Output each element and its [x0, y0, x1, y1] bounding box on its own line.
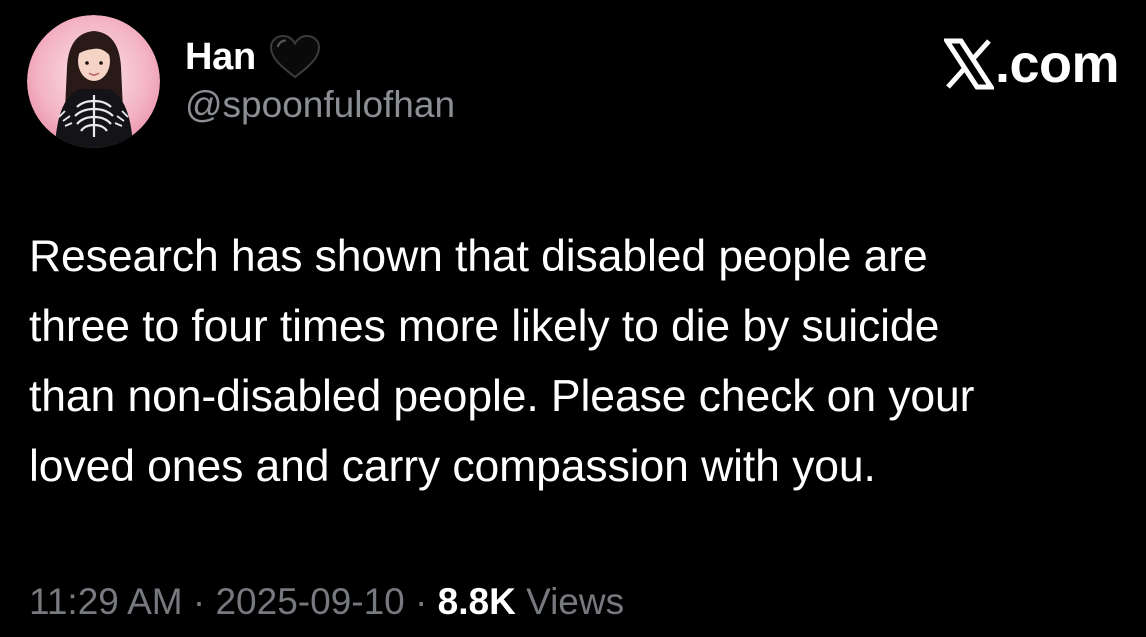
tweet-line: than non-disabled people. Please check o…: [29, 372, 975, 421]
meta-separator: ·: [404, 581, 438, 622]
views-label: Views: [515, 581, 625, 622]
tweet-line: loved ones and carry compassion with you…: [29, 442, 876, 491]
tweet-line: Research has shown that disabled people …: [29, 232, 928, 281]
tweet-date[interactable]: 2025-09-10: [215, 581, 404, 622]
brand-text: .com: [994, 34, 1120, 94]
avatar[interactable]: [27, 15, 160, 148]
x-logo-icon: [942, 38, 996, 90]
views-count[interactable]: 8.8K: [438, 581, 516, 622]
tweet-line: three to four times more likely to die b…: [29, 302, 940, 351]
tweet-text: Research has shown that disabled people …: [29, 222, 1129, 502]
brand-watermark: .com: [942, 34, 1120, 94]
tweet-time[interactable]: 11:29 AM: [29, 581, 183, 622]
tweet-meta: 11:29 AM · 2025-09-10 · 8.8K Views: [29, 578, 624, 626]
meta-separator: ·: [182, 581, 216, 622]
display-name[interactable]: Han: [185, 34, 256, 80]
author-handle[interactable]: @spoonfulofhan: [185, 82, 455, 128]
author-name-row: Han: [185, 34, 321, 80]
black-heart-icon: [269, 34, 321, 80]
avatar-image: [27, 15, 160, 148]
